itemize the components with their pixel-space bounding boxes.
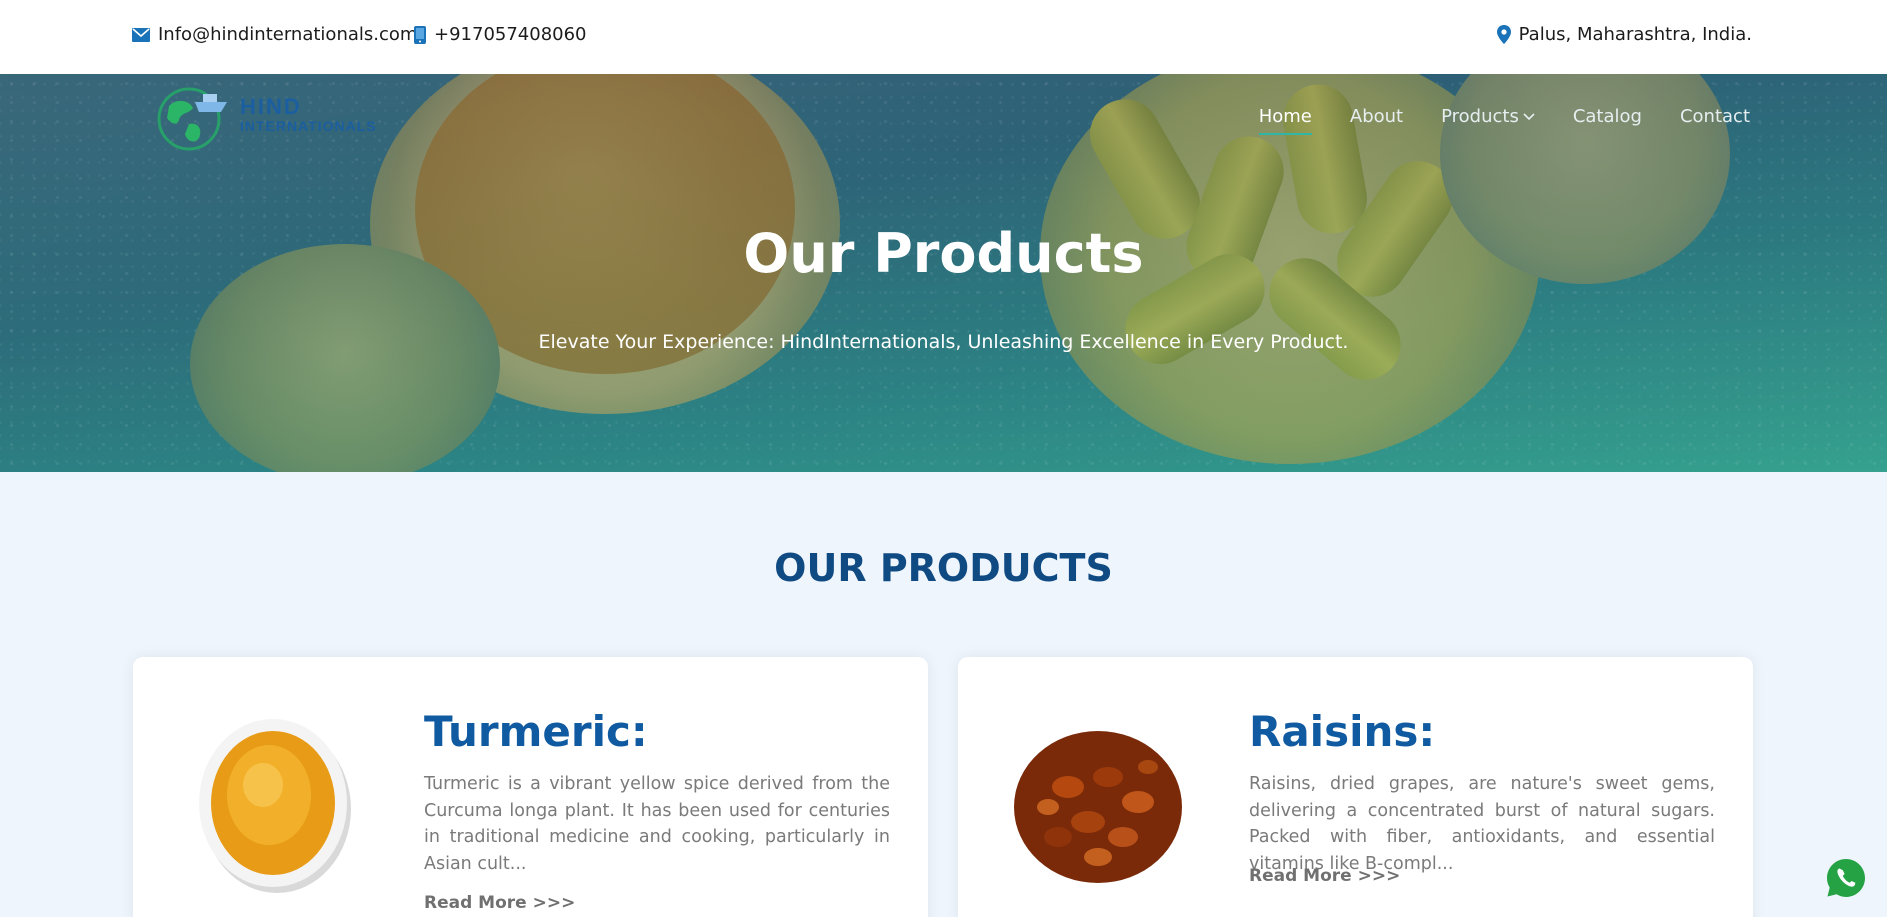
turmeric-image xyxy=(173,697,373,897)
location-text: Palus, Maharashtra, India. xyxy=(1518,24,1752,45)
nav-catalog[interactable]: Catalog xyxy=(1573,106,1642,127)
whatsapp-button[interactable] xyxy=(1825,857,1867,899)
email-text[interactable]: Info@hindinternationals.com xyxy=(158,24,417,45)
nav-products[interactable]: Products xyxy=(1441,106,1535,127)
product-title: Turmeric: xyxy=(424,707,648,756)
envelope-icon xyxy=(132,27,150,42)
hero-subtitle: Elevate Your Experience: HindInternation… xyxy=(538,331,1349,353)
logo-line-1: HIND xyxy=(240,94,302,119)
raisins-image xyxy=(998,697,1198,897)
chevron-down-icon xyxy=(1523,110,1535,124)
nav-about[interactable]: About xyxy=(1350,106,1403,127)
top-contact-bar: Info@hindinternationals.com +91705740806… xyxy=(0,0,1887,74)
location-pin-icon xyxy=(1496,25,1511,44)
read-more-link[interactable]: Read More >>> xyxy=(1249,866,1400,886)
phone-text[interactable]: +917057408060 xyxy=(434,24,587,45)
logo-line-2: INTERNATIONALS xyxy=(240,118,377,134)
phone-contact[interactable]: +917057408060 xyxy=(414,24,587,45)
nav-contact[interactable]: Contact xyxy=(1680,106,1750,127)
email-contact[interactable]: Info@hindinternationals.com xyxy=(132,24,417,45)
main-nav: Home About Products Catalog Contact xyxy=(1258,106,1750,135)
nav-home[interactable]: Home xyxy=(1258,106,1313,135)
product-title: Raisins: xyxy=(1249,707,1436,756)
product-card-raisins: Raisins: Raisins, dried grapes, are natu… xyxy=(958,657,1753,917)
product-card-turmeric: Turmeric: Turmeric is a vibrant yellow s… xyxy=(133,657,928,917)
location-contact: Palus, Maharashtra, India. xyxy=(1496,24,1752,45)
nav-products-label: Products xyxy=(1441,106,1519,127)
globe-ship-logo-icon xyxy=(157,87,227,151)
phone-icon xyxy=(414,25,426,44)
logo-wordmark: HIND INTERNATIONALS xyxy=(240,94,377,135)
section-title: OUR PRODUCTS xyxy=(774,546,1113,590)
whatsapp-icon xyxy=(1827,859,1865,897)
read-more-link[interactable]: Read More >>> xyxy=(424,893,575,913)
hero-title: Our Products xyxy=(743,222,1144,285)
site-logo[interactable]: HIND INTERNATIONALS xyxy=(155,84,377,154)
product-description: Raisins, dried grapes, are nature's swee… xyxy=(1249,774,1715,874)
product-description: Turmeric is a vibrant yellow spice deriv… xyxy=(424,774,890,874)
